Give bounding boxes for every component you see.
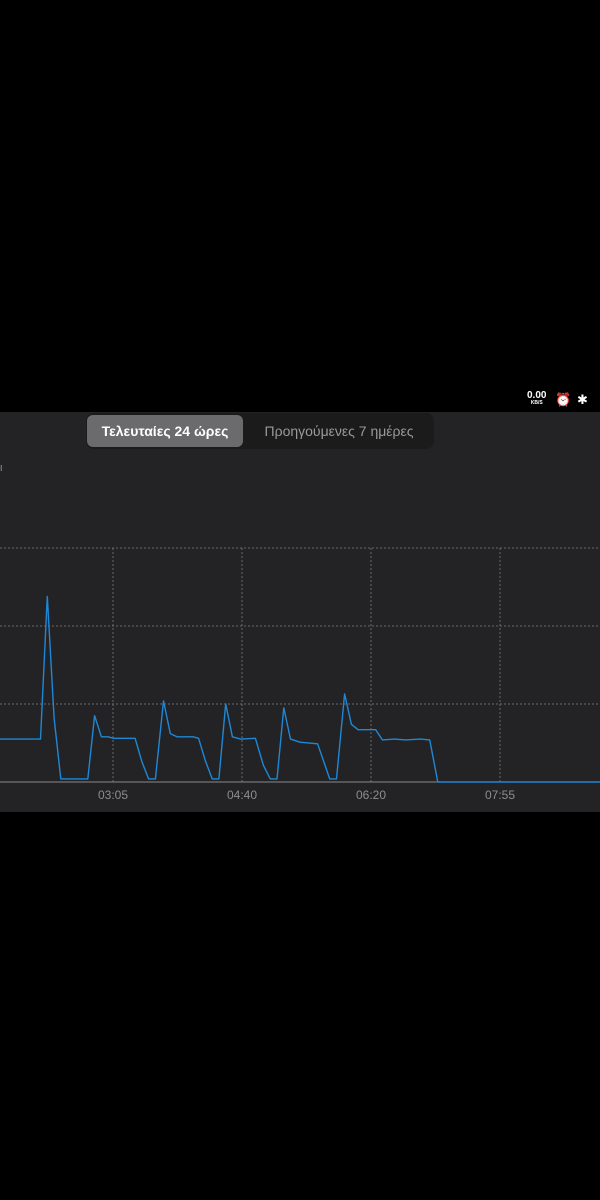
network-speed: 0.00 KB/S — [527, 391, 546, 407]
usage-chart-panel: Τελευταίες 24 ώρες Προηγούμενες 7 ημέρες… — [0, 412, 600, 812]
alarm-icon: ⏰ — [555, 392, 572, 407]
x-tick-label: 04:40 — [227, 788, 257, 802]
x-tick-label: 06:20 — [356, 788, 386, 802]
line-chart: 03:05 04:40 06:20 07:55 — [0, 547, 600, 802]
x-tick-label: 03:05 — [98, 788, 128, 802]
x-tick-label: 07:55 — [485, 788, 515, 802]
bluetooth-icon: ✱ — [577, 392, 588, 407]
status-bar: 0.00 KB/S ⏰ ✱ — [0, 388, 600, 412]
series-line — [0, 595, 600, 783]
